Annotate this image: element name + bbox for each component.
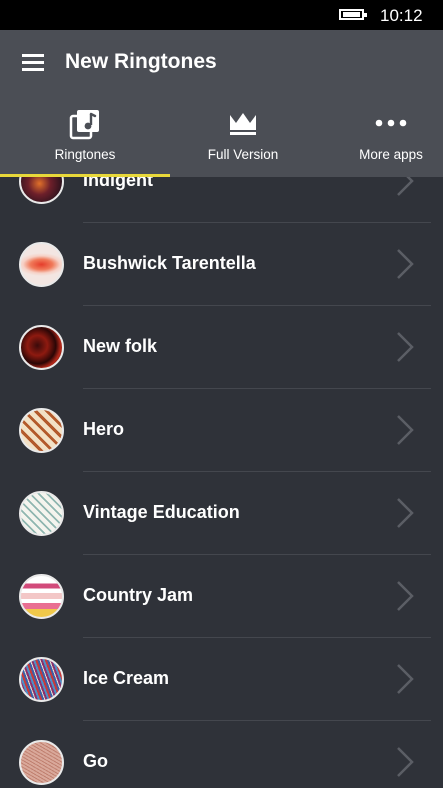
list-item[interactable]: Bushwick Tarentella <box>0 223 443 306</box>
music-library-icon <box>69 110 99 140</box>
list-item[interactable]: Ice Cream <box>0 638 443 721</box>
tab-full-version-label: Full Version <box>207 147 279 162</box>
status-time: 10:12 <box>380 6 423 25</box>
list-item[interactable]: New folk <box>0 306 443 389</box>
ringtone-thumbnail <box>19 242 64 287</box>
tab-full-version[interactable]: Full Version <box>170 102 316 177</box>
ringtone-thumbnail <box>19 491 64 536</box>
list-item[interactable]: Indigent <box>0 177 443 223</box>
ringtone-name: Go <box>83 751 108 771</box>
ringtone-thumbnail <box>19 574 64 619</box>
ringtone-name: Country Jam <box>83 585 194 605</box>
tab-more-apps-label: More apps <box>359 147 423 162</box>
app-header: New Ringtones Ringtones Full Version Mor… <box>0 30 443 177</box>
more-dots-icon <box>375 119 407 127</box>
ringtone-name: Vintage Education <box>83 502 240 522</box>
tab-ringtones-label: Ringtones <box>54 147 116 162</box>
chevron-right-icon[interactable] <box>392 247 418 281</box>
tab-ringtones[interactable]: Ringtones <box>0 102 170 177</box>
ringtone-thumbnail <box>19 408 64 453</box>
page-title: New Ringtones <box>65 50 217 73</box>
chevron-right-icon[interactable] <box>392 579 418 613</box>
chevron-right-icon[interactable] <box>392 496 418 530</box>
list-item[interactable]: Hero <box>0 389 443 472</box>
chevron-right-icon[interactable] <box>392 413 418 447</box>
tab-more-apps[interactable]: More apps <box>316 102 443 177</box>
ringtone-name: Hero <box>83 419 125 439</box>
chevron-right-icon[interactable] <box>392 662 418 696</box>
chevron-right-icon[interactable] <box>392 177 418 198</box>
ringtone-name: Bushwick Tarentella <box>83 253 256 273</box>
list-item[interactable]: Country Jam <box>0 555 443 638</box>
ringtone-thumbnail <box>19 325 64 370</box>
chevron-right-icon[interactable] <box>392 330 418 364</box>
crown-icon <box>230 113 256 135</box>
chevron-right-icon[interactable] <box>392 745 418 779</box>
ringtone-thumbnail <box>19 177 64 204</box>
status-bar: 10:12 <box>0 0 443 30</box>
ringtone-name: Ice Cream <box>83 668 170 688</box>
ringtone-name: New folk <box>83 336 158 356</box>
ringtone-name: Indigent <box>83 177 153 190</box>
list-item[interactable]: Go <box>0 721 443 788</box>
battery-icon <box>339 9 367 20</box>
list-item[interactable]: Vintage Education <box>0 472 443 555</box>
menu-icon[interactable] <box>22 54 44 71</box>
ringtone-thumbnail <box>19 740 64 785</box>
ringtone-thumbnail <box>19 657 64 702</box>
ringtone-list[interactable]: Indigent Bushwick Tarentella New folk He… <box>0 177 443 788</box>
